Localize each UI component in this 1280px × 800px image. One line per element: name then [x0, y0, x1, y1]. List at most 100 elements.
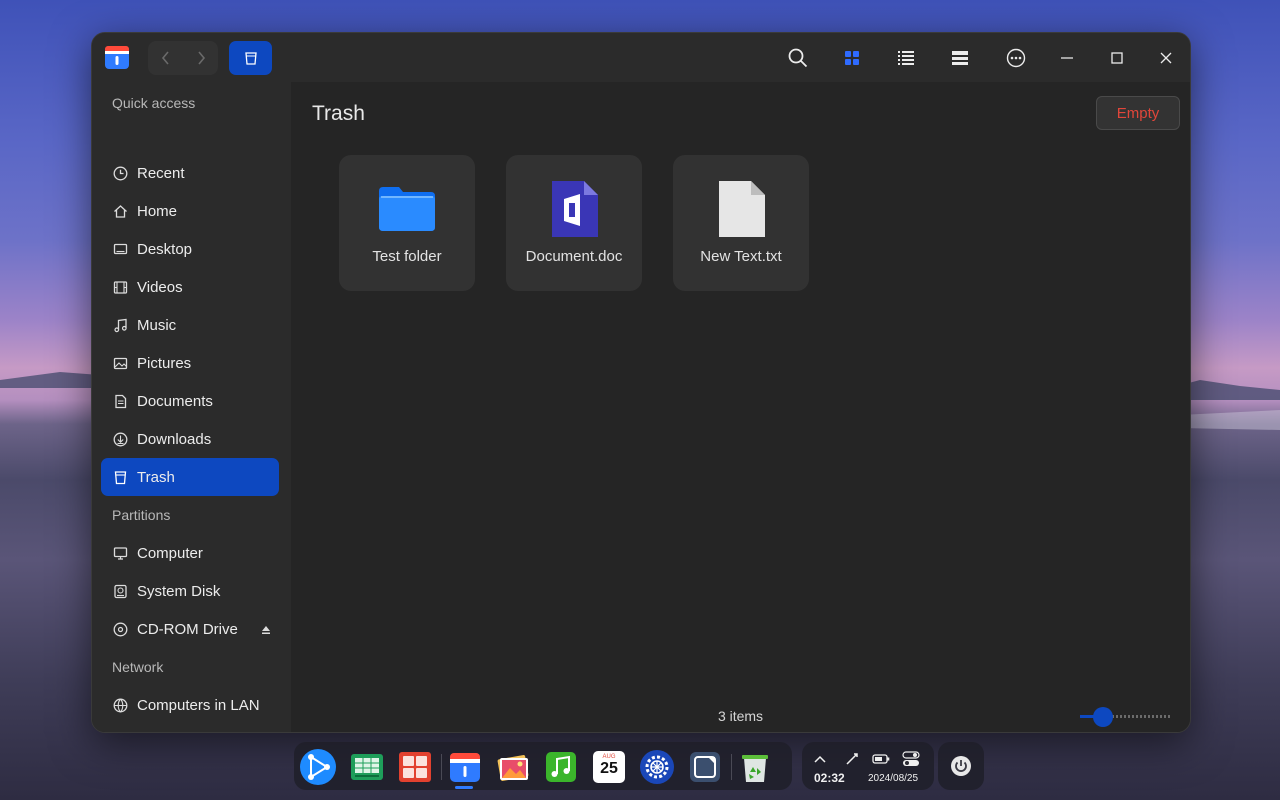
- running-indicator: [455, 786, 473, 789]
- pen-icon: [846, 753, 858, 765]
- grid-view-icon: [845, 51, 859, 65]
- tray-screenshot-button[interactable]: [843, 750, 861, 768]
- system-tray: 02:32 2024/08/25: [802, 742, 934, 790]
- sidebar-item-label: Home: [137, 202, 178, 220]
- sidebar-item-label: System Disk: [137, 582, 221, 600]
- minimize-icon: [1061, 57, 1073, 59]
- clock-date[interactable]: 2024/08/25: [868, 773, 918, 784]
- dock: AUG 25: [294, 742, 792, 790]
- cdrom-icon: [112, 621, 128, 637]
- trash-icon: [112, 469, 128, 485]
- close-icon: [1160, 52, 1172, 64]
- forward-icon: [197, 51, 205, 65]
- back-button[interactable]: [148, 41, 183, 75]
- section-network: Network: [112, 659, 164, 675]
- grid-view-button[interactable]: [839, 45, 865, 71]
- spreadsheet-icon[interactable]: [348, 748, 386, 786]
- tray-control-center-button[interactable]: [902, 750, 920, 768]
- search-button[interactable]: [785, 45, 811, 71]
- detail-view-icon: [952, 51, 968, 65]
- close-button[interactable]: [1153, 45, 1179, 71]
- item-count-status: 3 items: [717, 708, 764, 724]
- notes-icon[interactable]: [686, 748, 724, 786]
- file-item-new-text-txt[interactable]: New Text.txt: [673, 155, 809, 291]
- search-icon: [788, 48, 808, 68]
- document-icon: [112, 393, 128, 409]
- sidebar-item-label: Pictures: [137, 354, 192, 372]
- back-icon: [161, 51, 169, 65]
- detail-view-button[interactable]: [947, 45, 973, 71]
- zoom-slider-thumb[interactable]: [1093, 707, 1113, 727]
- tray-expand-button[interactable]: [811, 750, 829, 768]
- file-name: New Text.txt: [700, 248, 782, 265]
- file-manager-icon[interactable]: [446, 748, 484, 786]
- section-partitions: Partitions: [112, 507, 171, 523]
- sidebar-item-system-disk[interactable]: System Disk: [101, 572, 279, 610]
- sidebar-item-computers-in-lan[interactable]: Computers in LAN: [101, 686, 279, 724]
- sidebar-item-videos[interactable]: Videos: [101, 268, 279, 306]
- image-viewer-icon[interactable]: [494, 748, 532, 786]
- main-content: Trash Empty Test folder Document.doc New…: [291, 82, 1190, 732]
- breadcrumb-trash[interactable]: [229, 41, 272, 75]
- music-app-icon[interactable]: [542, 748, 580, 786]
- launcher-icon[interactable]: [299, 748, 337, 786]
- sidebar-item-trash[interactable]: Trash: [101, 458, 279, 496]
- disk-icon: [112, 583, 128, 599]
- dock-separator: [441, 754, 442, 780]
- power-icon: [951, 756, 971, 776]
- file-item-document-doc[interactable]: Document.doc: [506, 155, 642, 291]
- sidebar-item-label: Recent: [137, 164, 185, 182]
- clock-time[interactable]: 02:32: [814, 771, 845, 785]
- sidebar-item-documents[interactable]: Documents: [101, 382, 279, 420]
- download-icon: [112, 431, 128, 447]
- maximize-button[interactable]: [1104, 45, 1130, 71]
- toggle-icon: [902, 751, 920, 766]
- network-icon: [112, 697, 128, 713]
- zoom-slider[interactable]: [1080, 707, 1172, 727]
- office-icon[interactable]: [396, 748, 434, 786]
- doc-icon: [552, 181, 598, 237]
- file-name: Test folder: [372, 248, 442, 265]
- music-icon: [112, 317, 128, 333]
- sidebar-item-desktop[interactable]: Desktop: [101, 230, 279, 268]
- calendar-day: 25: [600, 760, 618, 777]
- settings-icon[interactable]: [638, 748, 676, 786]
- tray-battery-button[interactable]: [872, 750, 890, 768]
- sidebar-item-cdrom[interactable]: CD-ROM Drive: [101, 610, 279, 648]
- power-button[interactable]: [938, 742, 984, 790]
- calendar-icon[interactable]: AUG 25: [590, 748, 628, 786]
- computer-icon: [112, 545, 128, 561]
- sidebar-item-downloads[interactable]: Downloads: [101, 420, 279, 458]
- more-options-button[interactable]: [1003, 45, 1029, 71]
- sidebar-item-music[interactable]: Music: [101, 306, 279, 344]
- sidebar-item-recent[interactable]: Recent: [101, 154, 279, 192]
- dock-separator: [731, 754, 732, 780]
- file-name: Document.doc: [525, 248, 623, 265]
- trash-icon: [244, 52, 257, 65]
- sidebar-item-label: Computers in LAN: [137, 696, 260, 714]
- list-view-button[interactable]: [893, 45, 919, 71]
- list-view-icon: [898, 51, 914, 65]
- empty-trash-button[interactable]: Empty: [1096, 96, 1180, 130]
- chevron-up-icon: [814, 755, 826, 763]
- sidebar: Quick access Recent Home Desktop Videos …: [92, 82, 291, 732]
- folder-icon: [379, 187, 435, 231]
- minimize-button[interactable]: [1054, 45, 1080, 71]
- sidebar-item-pictures[interactable]: Pictures: [101, 344, 279, 382]
- picture-icon: [112, 355, 128, 371]
- sidebar-item-home[interactable]: Home: [101, 192, 279, 230]
- sidebar-item-computer[interactable]: Computer: [101, 534, 279, 572]
- maximize-icon: [1111, 52, 1123, 64]
- clock-icon: [112, 165, 128, 181]
- trash-dock-icon[interactable]: [736, 748, 774, 786]
- file-item-test-folder[interactable]: Test folder: [339, 155, 475, 291]
- txt-icon: [719, 181, 765, 237]
- sidebar-item-label: Trash: [137, 468, 175, 486]
- more-icon: [1006, 48, 1026, 68]
- battery-icon: [872, 754, 890, 764]
- forward-button[interactable]: [183, 41, 218, 75]
- titlebar: [92, 33, 1190, 82]
- eject-icon[interactable]: [261, 622, 271, 640]
- sidebar-item-label: Computer: [137, 544, 203, 562]
- sidebar-item-label: Downloads: [137, 430, 212, 448]
